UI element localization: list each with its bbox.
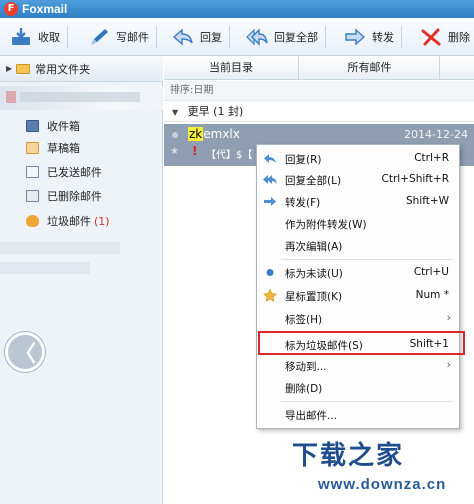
menu-item-export[interactable]: 导出邮件... xyxy=(257,404,459,425)
compose-label: 写邮件 xyxy=(116,31,149,44)
sidebar-item-junk[interactable]: 垃圾邮件 (1) xyxy=(26,211,110,231)
compose-pen-icon xyxy=(91,29,108,45)
sent-icon xyxy=(26,166,39,178)
folder-tabs: 当前目录 所有邮件 xyxy=(164,56,474,80)
foxmail-logo-icon: F xyxy=(4,2,18,16)
reply-arrow-icon xyxy=(172,28,193,46)
message-sender: zkemxlx xyxy=(188,127,240,141)
reply-all-label: 回复全部 xyxy=(274,31,318,44)
common-folders-header[interactable]: ▶ 常用文件夹 xyxy=(0,56,163,82)
receive-button[interactable]: 收取 xyxy=(10,24,68,50)
sidebar-item-label: 收件箱 xyxy=(47,120,80,133)
sender-highlight: zk xyxy=(188,127,204,141)
title-bar: F Foxmail xyxy=(0,0,474,18)
sidebar-item-sent[interactable]: 已发送邮件 xyxy=(26,162,102,182)
junk-icon xyxy=(26,215,39,227)
trash-icon xyxy=(26,190,39,202)
message-subject: 【代】$【 xyxy=(206,150,253,161)
watermark-logo: 下载之家 xyxy=(292,440,405,470)
folder-icon xyxy=(16,63,31,74)
date-group-header[interactable]: ▼ 更早 (1 封) xyxy=(164,102,474,122)
app-title: Foxmail xyxy=(22,2,68,16)
inbox-icon xyxy=(26,120,39,132)
toolbar: 收取 写邮件 回复 回复全部 转发 删除 xyxy=(0,18,474,56)
sender-rest: emxlx xyxy=(203,127,240,141)
sidebar-item-inbox[interactable]: 收件箱 xyxy=(26,116,80,136)
expand-arrow-icon[interactable]: ▶ xyxy=(6,64,12,73)
menu-item-move-to[interactable]: 移动到... › xyxy=(257,355,459,376)
collapse-triangle-icon: ▼ xyxy=(172,108,179,117)
reply-label: 回复 xyxy=(200,31,222,44)
account-row[interactable] xyxy=(0,86,163,110)
back-button[interactable]: 〈 xyxy=(5,332,45,372)
menu-item-forward[interactable]: 转发(F) Shift+W xyxy=(257,191,459,212)
delete-x-icon xyxy=(421,28,441,46)
menu-item-reply[interactable]: 回复(R) Ctrl+R xyxy=(257,148,459,169)
reply-all-arrow-icon xyxy=(246,28,268,46)
delete-button[interactable]: 删除 xyxy=(420,24,470,50)
watermark-url: www.downza.cn xyxy=(318,476,447,493)
sidebar-item-deleted[interactable]: 已删除邮件 xyxy=(26,186,102,206)
menu-separator xyxy=(281,401,453,402)
unread-dot-icon xyxy=(266,269,274,276)
star-icon xyxy=(263,289,277,302)
tab-all-mail[interactable]: 所有邮件 xyxy=(300,56,440,80)
sort-selector[interactable]: 排序:日期 xyxy=(164,81,474,101)
delete-label: 删除 xyxy=(448,31,470,44)
menu-item-forward-as-attachment[interactable]: 作为附件转发(W) xyxy=(257,213,459,234)
date-group-label: 更早 (1 封) xyxy=(187,105,244,118)
sidebar-item-label: 垃圾邮件 xyxy=(47,215,91,228)
submenu-arrow-icon: › xyxy=(446,358,451,371)
star-icon[interactable]: ★ xyxy=(170,146,179,157)
chevron-left-icon: 〈 xyxy=(13,342,36,367)
sidebar-item-label: 已发送邮件 xyxy=(47,166,102,179)
menu-item-reply-all[interactable]: 回复全部(L) Ctrl+Shift+R xyxy=(257,169,459,190)
reply-all-arrow-icon xyxy=(263,175,277,184)
read-status-dot-icon xyxy=(172,132,178,138)
priority-flag: ! xyxy=(192,144,198,158)
forward-arrow-icon xyxy=(264,197,276,206)
tab-current-folder[interactable]: 当前目录 xyxy=(164,56,299,80)
submenu-arrow-icon: › xyxy=(446,311,451,324)
highlight-annotation-box xyxy=(258,331,465,355)
common-folders-label: 常用文件夹 xyxy=(35,62,91,76)
forward-arrow-icon xyxy=(345,28,366,46)
menu-item-delete[interactable]: 删除(D) xyxy=(257,377,459,398)
inbox-download-icon xyxy=(12,28,30,45)
folder-sidebar: ▶ 常用文件夹 收件箱 草稿箱 已发送邮件 已删除邮件 垃圾邮件 (1) 〈 xyxy=(0,56,163,504)
forward-button[interactable]: 转发 xyxy=(344,24,402,50)
menu-item-star-pin[interactable]: 星标置顶(K) Num * xyxy=(257,285,459,306)
reply-arrow-icon xyxy=(264,154,276,163)
sidebar-item-label: 草稿箱 xyxy=(47,142,80,155)
reply-button[interactable]: 回复 xyxy=(172,24,230,50)
menu-item-tags[interactable]: 标签(H) › xyxy=(257,308,459,329)
forward-label: 转发 xyxy=(372,31,394,44)
reply-all-button[interactable]: 回复全部 xyxy=(246,24,326,50)
context-menu: 回复(R) Ctrl+R 回复全部(L) Ctrl+Shift+R 转发(F) … xyxy=(256,144,460,429)
junk-count-badge: (1) xyxy=(94,214,110,228)
sidebar-item-label: 已删除邮件 xyxy=(47,190,102,203)
receive-label: 收取 xyxy=(38,31,60,44)
menu-separator xyxy=(281,259,453,260)
sidebar-item-drafts[interactable]: 草稿箱 xyxy=(26,138,80,158)
drafts-icon xyxy=(26,142,39,154)
compose-button[interactable]: 写邮件 xyxy=(88,24,157,50)
menu-item-mark-unread[interactable]: 标为未读(U) Ctrl+U xyxy=(257,262,459,283)
menu-item-edit-again[interactable]: 再次编辑(A) xyxy=(257,235,459,256)
message-date: 2014-12-24 xyxy=(404,128,468,141)
